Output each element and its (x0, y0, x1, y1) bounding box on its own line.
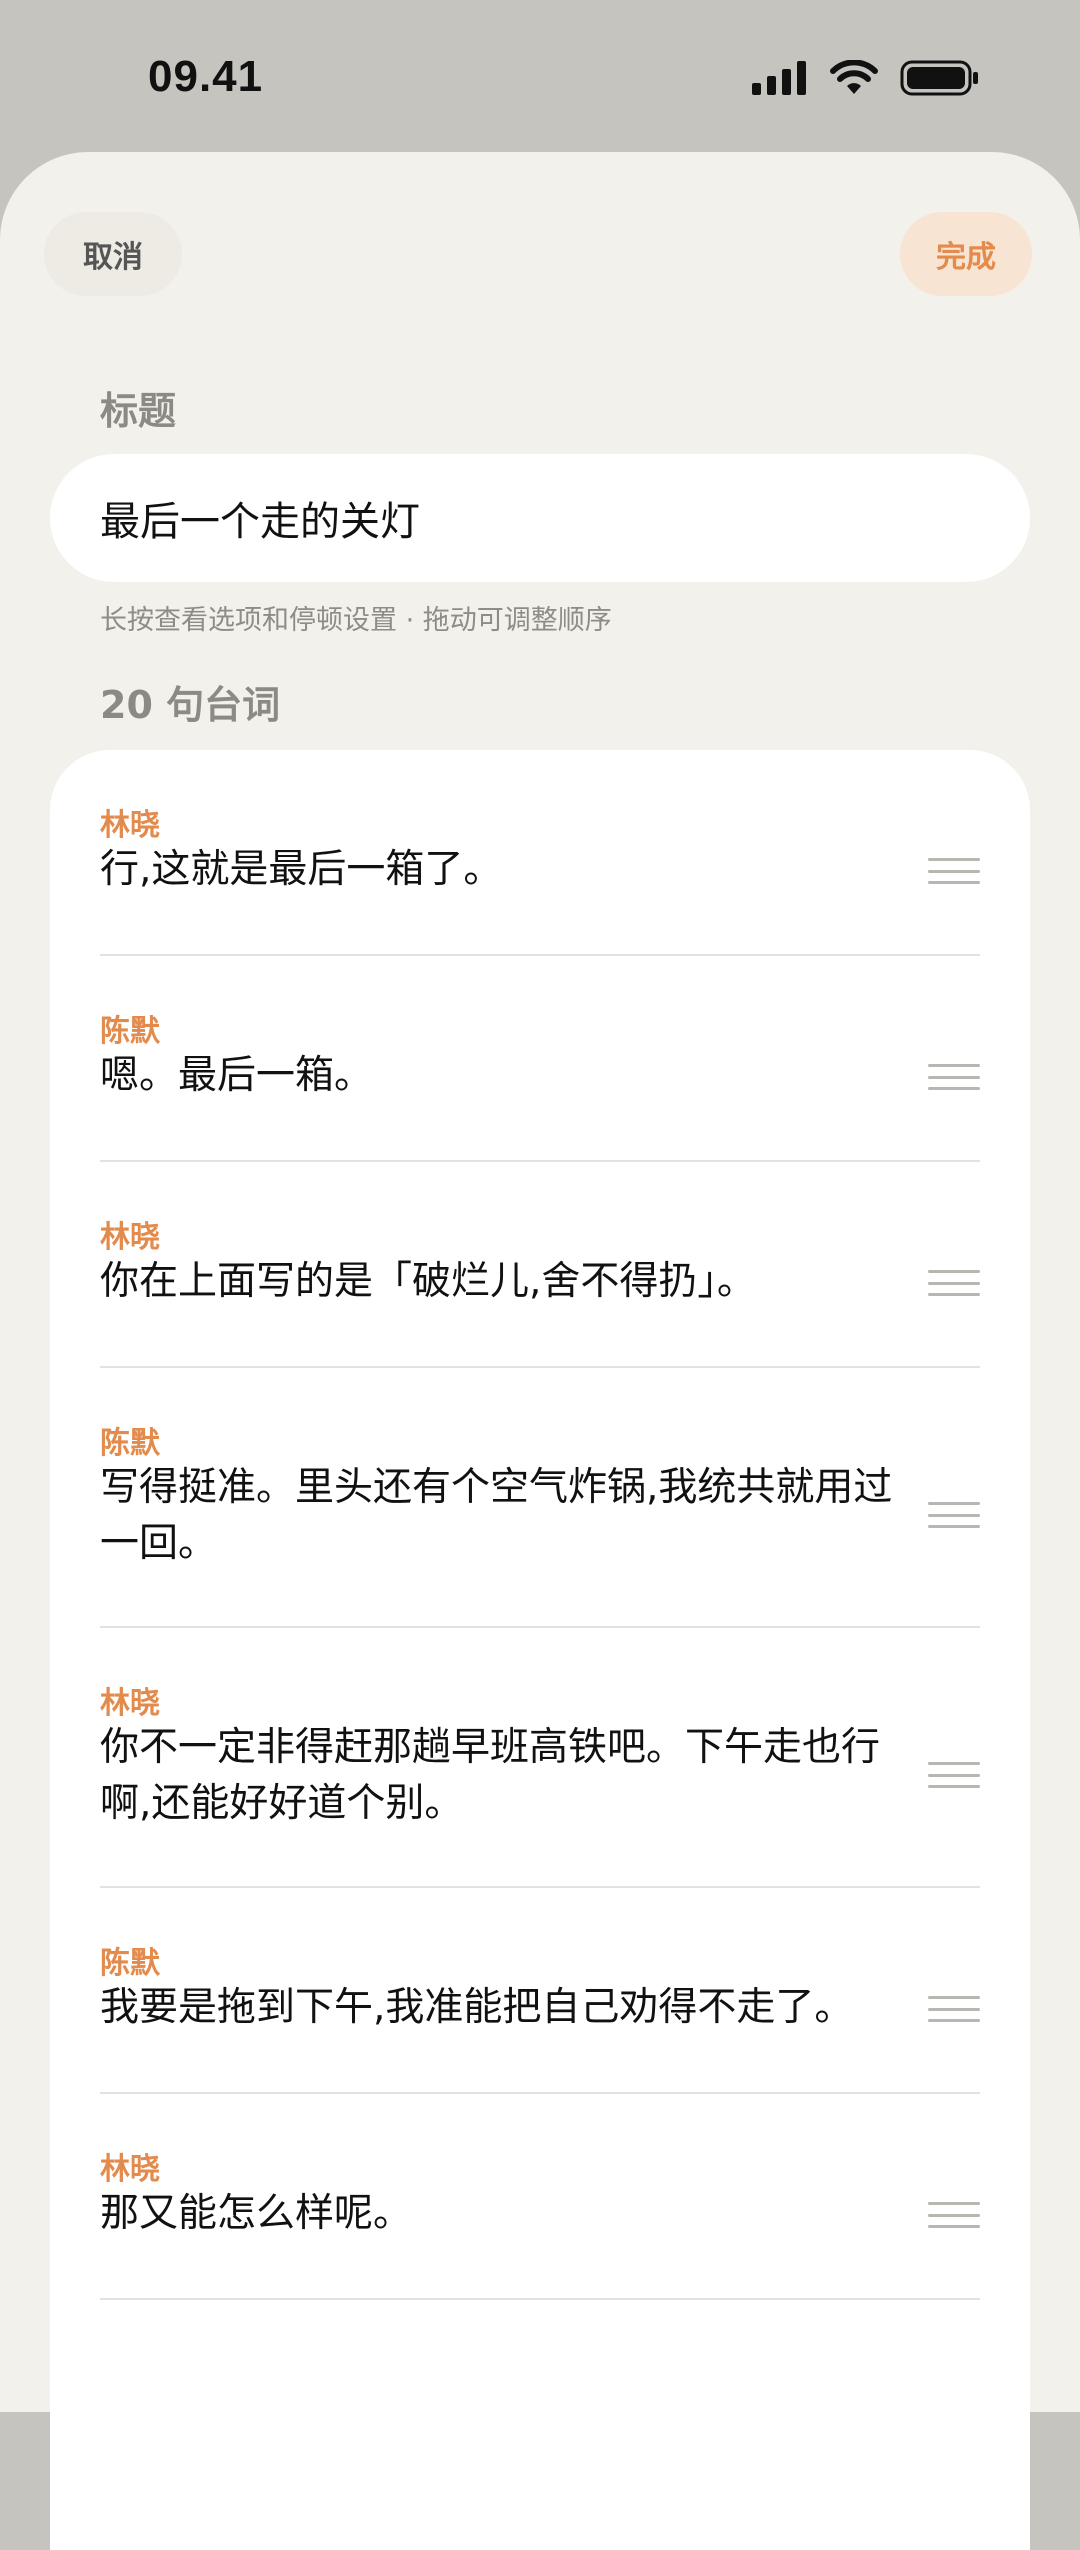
drag-handle-icon[interactable] (928, 2202, 980, 2228)
line-item[interactable]: 陈默 我要是拖到下午,我准能把自己劝得不走了。 (100, 1888, 980, 2094)
lines-count-label: 20 句台词 (100, 683, 281, 727)
speaker-name: 林晓 (100, 808, 160, 843)
speaker-name: 陈默 (100, 1014, 160, 1049)
cancel-button[interactable]: 取消 (44, 212, 182, 296)
line-text: 嗯。最后一箱。 (100, 1053, 374, 1098)
line-text: 写得挺准。里头还有个空气炸锅,我统共就用过一回。 (100, 1465, 893, 1566)
drag-handle-icon[interactable] (928, 1064, 980, 1090)
line-text: 行,这就是最后一箱了。 (100, 847, 503, 892)
battery-icon (900, 60, 978, 96)
drag-handle-icon[interactable] (928, 1270, 980, 1296)
hint-text: 长按查看选项和停顿设置 · 拖动可调整顺序 (100, 605, 612, 636)
speaker-name: 林晓 (100, 2152, 160, 2187)
status-time: 09.41 (148, 52, 264, 101)
title-section-label: 标题 (100, 389, 177, 433)
drag-handle-icon[interactable] (928, 1996, 980, 2022)
wifi-icon (830, 60, 878, 94)
line-item[interactable]: 林晓 你在上面写的是「破烂儿,舍不得扔」。 (100, 1162, 980, 1368)
lines-list: 林晓 行,这就是最后一箱了。 陈默 嗯。最后一箱。 林晓 你在上面写的是「破烂儿… (50, 750, 1030, 2550)
line-text: 你不一定非得赶那趟早班高铁吧。下午走也行啊,还能好好道个别。 (100, 1725, 881, 1826)
drag-handle-icon[interactable] (928, 858, 980, 884)
drag-handle-icon[interactable] (928, 1762, 980, 1788)
title-input-value: 最后一个走的关灯 (100, 499, 420, 545)
drag-handle-icon[interactable] (928, 1502, 980, 1528)
line-text: 你在上面写的是「破烂儿,舍不得扔」。 (100, 1259, 756, 1304)
signal-icon (752, 61, 806, 95)
title-input[interactable]: 最后一个走的关灯 (50, 454, 1030, 582)
done-button[interactable]: 完成 (900, 212, 1032, 296)
line-text: 那又能怎么样呢。 (100, 2191, 413, 2236)
line-item[interactable]: 林晓 行,这就是最后一箱了。 (100, 750, 980, 956)
line-text: 我要是拖到下午,我准能把自己劝得不走了。 (100, 1985, 854, 2030)
speaker-name: 林晓 (100, 1686, 160, 1721)
speaker-name: 陈默 (100, 1946, 160, 1981)
line-item[interactable]: 陈默 嗯。最后一箱。 (100, 956, 980, 1162)
line-item[interactable]: 林晓 那又能怎么样呢。 (100, 2094, 980, 2300)
status-icons (752, 60, 980, 96)
status-bar: 09.41 (0, 0, 1080, 150)
speaker-name: 陈默 (100, 1426, 160, 1461)
line-item[interactable]: 陈默 写得挺准。里头还有个空气炸锅,我统共就用过一回。 (100, 1368, 980, 1628)
line-item[interactable]: 林晓 你不一定非得赶那趟早班高铁吧。下午走也行啊,还能好好道个别。 (100, 1628, 980, 1888)
edit-sheet: 取消 完成 标题 最后一个走的关灯 长按查看选项和停顿设置 · 拖动可调整顺序 … (0, 152, 1080, 2550)
speaker-name: 林晓 (100, 1220, 160, 1255)
